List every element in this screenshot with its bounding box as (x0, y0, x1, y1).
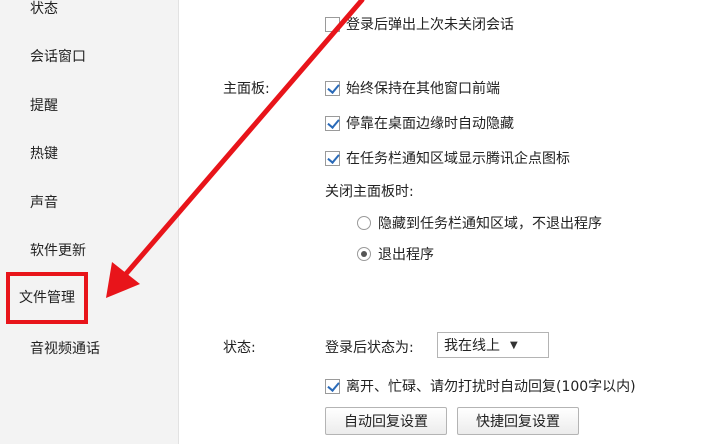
sidebar-item-hotkeys[interactable]: 热键 (30, 141, 58, 167)
auto-hide-edge-label: 停靠在桌面边缘时自动隐藏 (346, 116, 514, 132)
auto-reply-option[interactable]: 离开、忙碌、请勿打扰时自动回复(100字以内) (325, 376, 636, 396)
auto-hide-edge-option[interactable]: 停靠在桌面边缘时自动隐藏 (325, 113, 514, 133)
exit-program-label: 退出程序 (378, 247, 434, 263)
login-status-label: 登录后状态为: (325, 340, 414, 356)
sidebar-item-sound[interactable]: 声音 (30, 190, 58, 216)
always-on-top-option[interactable]: 始终保持在其他窗口前端 (325, 78, 500, 98)
restore-sessions-label: 登录后弹出上次未关闭会话 (346, 17, 514, 33)
always-on-top-checkbox[interactable] (325, 80, 340, 96)
login-status-value: 我在线上 (444, 338, 500, 354)
sidebar-item-software-update[interactable]: 软件更新 (30, 238, 86, 264)
settings-sidebar: 状态 会话窗口 提醒 热键 声音 软件更新 文件管理 音视频通话 (0, 0, 179, 444)
close-main-panel-label: 关闭主面板时: (325, 184, 414, 200)
hide-to-tray-label: 隐藏到任务栏通知区域，不退出程序 (378, 216, 602, 232)
always-on-top-label: 始终保持在其他窗口前端 (346, 81, 500, 97)
exit-program-radio[interactable] (357, 247, 371, 261)
tray-icon-checkbox[interactable] (325, 150, 340, 166)
hide-to-tray-radio[interactable] (357, 216, 371, 230)
auto-reply-checkbox[interactable] (325, 378, 340, 394)
hide-to-tray-option[interactable]: 隐藏到任务栏通知区域，不退出程序 (357, 213, 602, 233)
login-status-select[interactable]: 我在线上 ▼ (437, 332, 549, 358)
auto-hide-edge-checkbox[interactable] (325, 115, 340, 131)
settings-main-panel: 登录后弹出上次未关闭会话 主面板: 始终保持在其他窗口前端 停靠在桌面边缘时自动… (180, 0, 701, 444)
chevron-down-icon: ▼ (510, 339, 518, 351)
sidebar-item-file-management[interactable]: 文件管理 (6, 272, 88, 324)
exit-program-option[interactable]: 退出程序 (357, 244, 434, 264)
restore-sessions-option[interactable]: 登录后弹出上次未关闭会话 (325, 14, 514, 34)
sidebar-item-reminders[interactable]: 提醒 (30, 93, 58, 119)
quick-reply-settings-button[interactable]: 快捷回复设置 (457, 407, 579, 435)
tray-icon-option[interactable]: 在任务栏通知区域显示腾讯企点图标 (325, 148, 570, 168)
tray-icon-label: 在任务栏通知区域显示腾讯企点图标 (346, 151, 570, 167)
main-panel-section-label: 主面板: (223, 81, 270, 97)
auto-reply-settings-button[interactable]: 自动回复设置 (325, 407, 447, 435)
sidebar-item-av-call[interactable]: 音视频通话 (30, 336, 100, 362)
sidebar-item-status[interactable]: 状态 (30, 0, 58, 22)
restore-sessions-checkbox[interactable] (325, 16, 340, 32)
status-section-label: 状态: (223, 340, 256, 356)
auto-reply-label: 离开、忙碌、请勿打扰时自动回复(100字以内) (346, 379, 636, 395)
sidebar-item-chat-window[interactable]: 会话窗口 (30, 44, 86, 70)
